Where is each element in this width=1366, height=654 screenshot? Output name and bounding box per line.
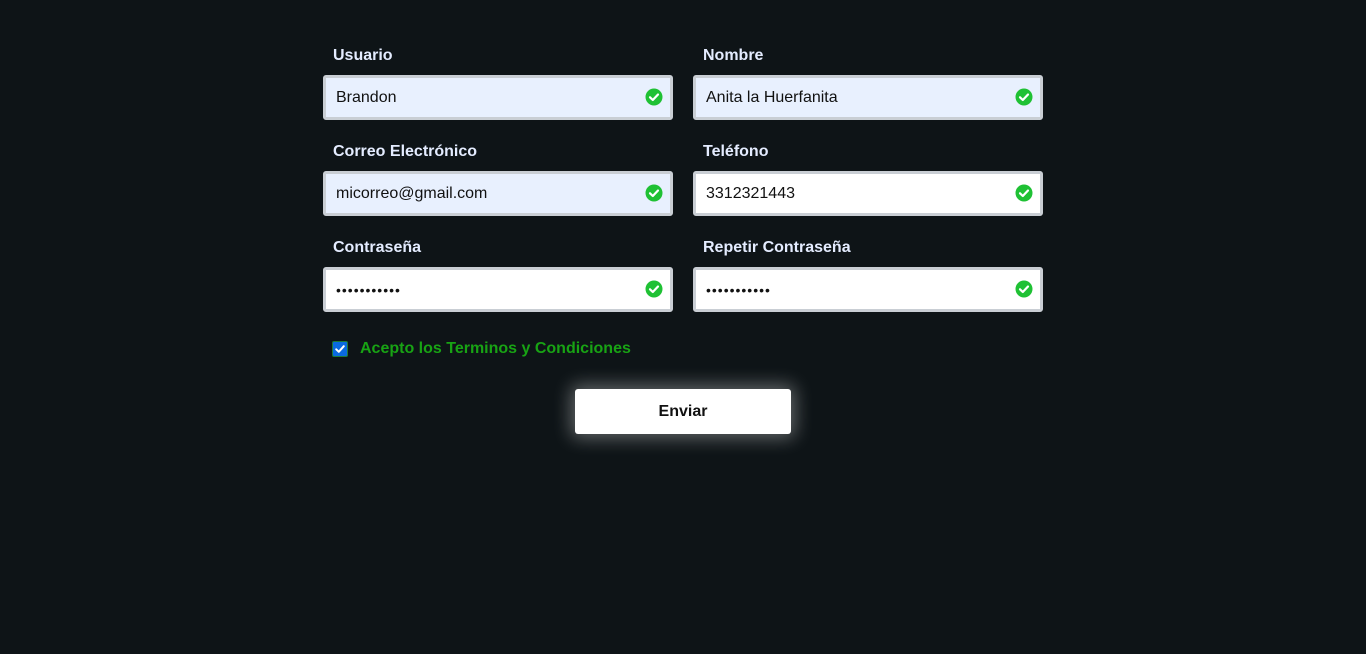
nombre-label: Nombre [703,47,764,64]
repetir-contrasena-label: Repetir Contraseña [703,239,851,256]
submit-button[interactable]: Enviar [575,389,791,434]
registration-form: Usuario Nombre Correo Electrónico [323,40,1043,434]
submit-row: Enviar [323,389,1043,434]
terms-row: Acepto los Terminos y Condiciones [332,340,1043,358]
check-circle-icon [645,280,663,298]
contrasena-input[interactable] [326,270,626,309]
field-group-nombre: Nombre [693,40,1043,120]
usuario-label: Usuario [333,47,393,64]
checkmark-icon [335,345,345,353]
fields-grid: Usuario Nombre Correo Electrónico [323,40,1043,312]
correo-input[interactable] [326,174,626,213]
telefono-label: Teléfono [703,143,769,160]
nombre-input[interactable] [696,78,996,117]
check-circle-icon [645,184,663,202]
telefono-input[interactable] [696,174,996,213]
correo-field-box [323,171,673,216]
repetir-contrasena-field-box [693,267,1043,312]
repetir-contrasena-input[interactable] [696,270,996,309]
contrasena-label: Contraseña [333,239,422,256]
check-circle-icon [645,88,663,106]
usuario-input[interactable] [326,78,626,117]
usuario-field-box [323,75,673,120]
contrasena-field-box [323,267,673,312]
field-group-correo: Correo Electrónico [323,136,673,216]
terms-label[interactable]: Acepto los Terminos y Condiciones [360,340,631,358]
terms-checkbox[interactable] [332,341,348,357]
correo-label: Correo Electrónico [333,143,478,160]
nombre-field-box [693,75,1043,120]
check-circle-icon [1015,88,1033,106]
field-group-usuario: Usuario [323,40,673,120]
field-group-repetir-contrasena: Repetir Contraseña [693,232,1043,312]
field-group-contrasena: Contraseña [323,232,673,312]
check-circle-icon [1015,280,1033,298]
check-circle-icon [1015,184,1033,202]
field-group-telefono: Teléfono [693,136,1043,216]
telefono-field-box [693,171,1043,216]
